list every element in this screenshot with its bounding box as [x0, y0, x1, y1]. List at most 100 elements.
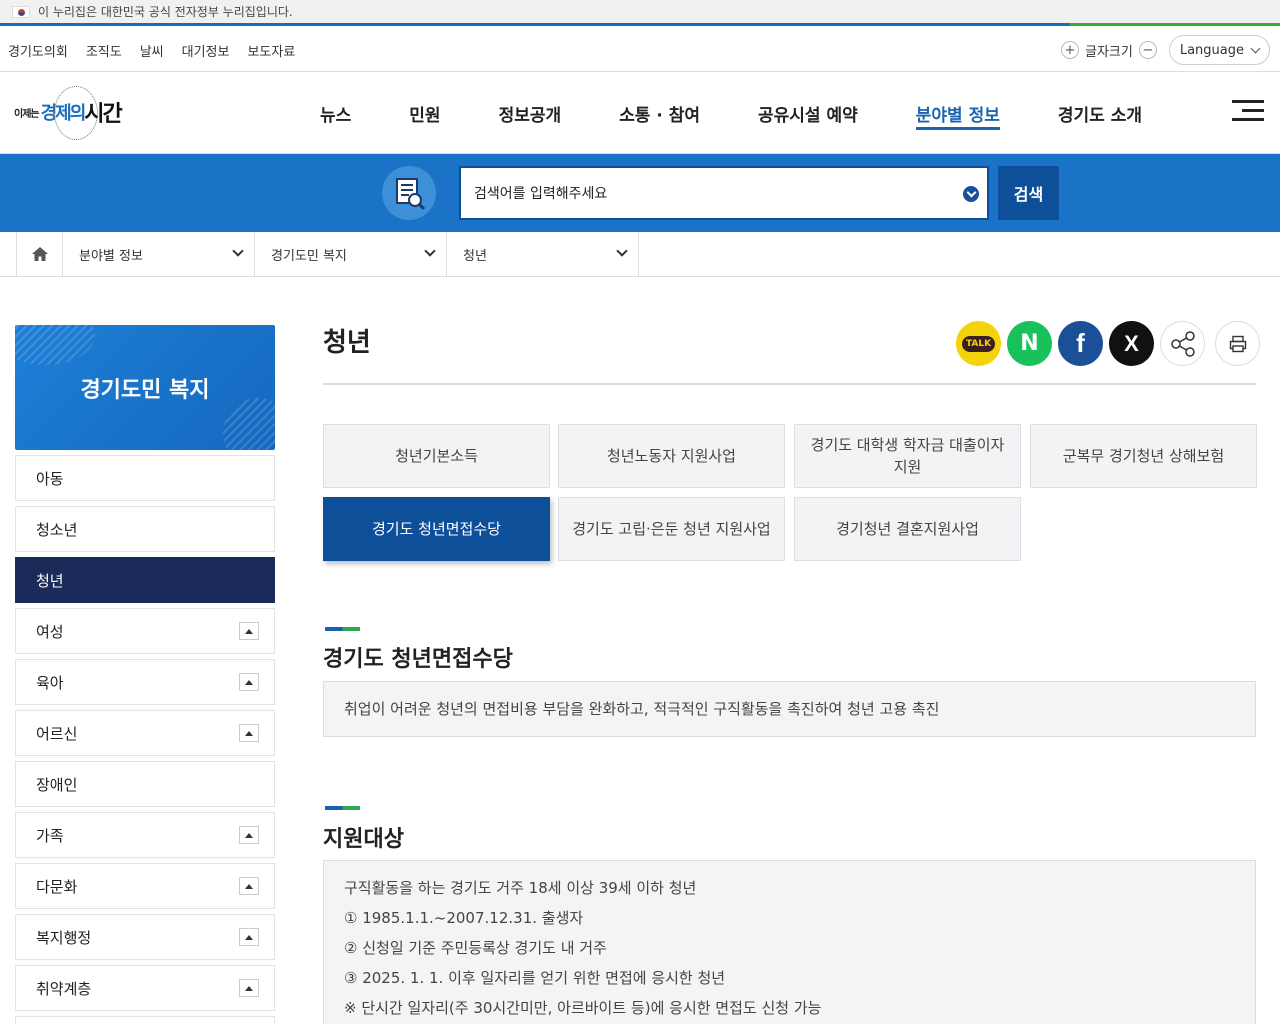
share-buttons: TALK N f X	[956, 321, 1260, 366]
font-increase-button[interactable]: +	[1061, 41, 1079, 59]
sidebar-item-welfare-admin[interactable]: 복지행정	[15, 914, 275, 960]
hamburger-menu-icon[interactable]	[1232, 100, 1264, 122]
breadcrumb-label: 경기도민 복지	[271, 248, 347, 264]
sidebar-item-disabled[interactable]: 장애인	[15, 761, 275, 807]
print-icon[interactable]	[1215, 321, 1260, 366]
nav-about[interactable]: 경기도 소개	[1058, 72, 1142, 154]
kakaotalk-label: TALK	[961, 335, 996, 352]
eligibility-line: ① 1985.1.1.~2007.12.31. 출생자	[344, 909, 584, 927]
sidebar-item-label: 장애인	[36, 775, 78, 794]
tab-student-loan[interactable]: 경기도 대학생 학자금 대출이자 지원	[794, 424, 1021, 488]
x-label: X	[1124, 330, 1139, 356]
expand-toggle-icon[interactable]	[239, 928, 259, 946]
chevron-down-icon	[232, 245, 244, 257]
x-share-icon[interactable]: X	[1109, 321, 1154, 366]
util-link-air-quality[interactable]: 대기정보	[182, 41, 230, 60]
site-header: 이제는 경제의 시간 뉴스 민원 정보공개 소통 · 참여 공유시설 예약 분야…	[0, 72, 1280, 154]
sidebar-item-family[interactable]: 가족	[15, 812, 275, 858]
facebook-label: f	[1076, 328, 1085, 358]
document-search-icon	[382, 166, 436, 220]
search-band: 검색어를 입력해주세요 검색	[0, 154, 1280, 232]
search-placeholder: 검색어를 입력해주세요	[474, 186, 608, 202]
utility-bar: 경기도의회 조직도 날씨 대기정보 보도자료 + 글자크기 − Language	[0, 29, 1280, 72]
facebook-share-icon[interactable]: f	[1058, 321, 1103, 366]
nav-facility-booking[interactable]: 공유시설 예약	[758, 72, 858, 154]
language-select[interactable]: Language	[1168, 35, 1270, 65]
sidebar-title: 경기도민 복지	[15, 325, 275, 450]
gov-banner: 이 누리집은 대한민국 공식 전자정부 누리집입니다.	[0, 0, 1280, 26]
font-size-control: + 글자크기 −	[1061, 41, 1157, 60]
breadcrumb-select-3[interactable]: 청년	[447, 232, 639, 276]
expand-toggle-icon[interactable]	[239, 877, 259, 895]
expand-toggle-icon[interactable]	[239, 826, 259, 844]
font-size-label: 글자크기	[1085, 44, 1133, 60]
breadcrumb-select-1[interactable]: 분야별 정보	[63, 232, 255, 276]
util-link-council[interactable]: 경기도의회	[8, 41, 68, 60]
expand-toggle-icon[interactable]	[239, 979, 259, 997]
sidebar-item-label: 육아	[36, 673, 64, 692]
search-scope-dropdown-icon[interactable]	[963, 186, 979, 202]
kakaotalk-share-icon[interactable]: TALK	[956, 321, 1001, 366]
sidebar-item-multicultural[interactable]: 다문화	[15, 863, 275, 909]
sidebar-item-vulnerable[interactable]: 취약계층	[15, 965, 275, 1011]
breadcrumb: 분야별 정보 경기도민 복지 청년	[0, 232, 1280, 277]
search-input[interactable]: 검색어를 입력해주세요	[459, 166, 989, 220]
tab-marriage-support[interactable]: 경기청년 결혼지원사업	[794, 497, 1021, 561]
title-divider	[323, 383, 1256, 385]
expand-toggle-icon[interactable]	[239, 724, 259, 742]
expand-toggle-icon[interactable]	[239, 622, 259, 640]
eligibility-line: ② 신청일 기준 주민등록상 경기도 내 거주	[344, 939, 607, 957]
util-link-org-chart[interactable]: 조직도	[86, 41, 122, 60]
nav-news[interactable]: 뉴스	[320, 72, 351, 154]
sidebar-item-children[interactable]: 아동	[15, 455, 275, 501]
tab-interview-allowance[interactable]: 경기도 청년면접수당	[323, 497, 550, 561]
chevron-down-icon	[616, 245, 628, 257]
eligibility-line: ③ 2025. 1. 1. 이후 일자리를 얻기 위한 면접에 응시한 청년	[344, 969, 726, 987]
sidebar-item-label: 다문화	[36, 877, 78, 896]
utility-links: 경기도의회 조직도 날씨 대기정보 보도자료	[0, 41, 295, 60]
korea-flag-icon	[12, 5, 30, 18]
section-text: 취업이 어려운 청년의 면접비용 부담을 완화하고, 적극적인 구직활동을 촉진…	[344, 700, 940, 718]
language-label: Language	[1179, 42, 1244, 58]
chevron-down-icon	[424, 245, 436, 257]
util-link-weather[interactable]: 날씨	[140, 41, 164, 60]
section-accent-bar	[325, 627, 360, 631]
sidebar-item-label: 복지행정	[36, 928, 92, 947]
expand-toggle-icon[interactable]	[239, 673, 259, 691]
nav-info-disclosure[interactable]: 정보공개	[499, 72, 562, 154]
font-decrease-button[interactable]: −	[1138, 41, 1157, 59]
search-button[interactable]: 검색	[998, 166, 1059, 220]
naver-label: N	[1020, 331, 1039, 356]
sidebar-item-young-adult[interactable]: 청년	[15, 557, 275, 603]
page-title: 청년	[323, 328, 371, 358]
section-title: 경기도 청년면접수당	[323, 647, 513, 672]
breadcrumb-select-2[interactable]: 경기도민 복지	[255, 232, 447, 276]
home-icon[interactable]	[16, 232, 63, 276]
tab-young-worker[interactable]: 청년노동자 지원사업	[558, 424, 785, 488]
naver-share-icon[interactable]: N	[1007, 321, 1052, 366]
sidebar-item-label: 어르신	[36, 724, 78, 743]
breadcrumb-label: 청년	[463, 248, 487, 264]
sidebar-item-label: 여성	[36, 622, 64, 641]
sidebar-item-youth-teen[interactable]: 청소년	[15, 506, 275, 552]
sidebar-item-seniors[interactable]: 어르신	[15, 710, 275, 756]
main-nav: 뉴스 민원 정보공개 소통 · 참여 공유시설 예약 분야별 정보 경기도 소개	[320, 72, 1142, 154]
nav-civil[interactable]: 민원	[409, 72, 440, 154]
share-link-icon[interactable]	[1160, 321, 1205, 366]
tab-isolated-youth[interactable]: 경기도 고립·은둔 청년 지원사업	[558, 497, 785, 561]
nav-participation[interactable]: 소통 · 참여	[619, 72, 700, 154]
sidebar-item-label: 청소년	[36, 520, 78, 539]
sidebar-item-childcare[interactable]: 육아	[15, 659, 275, 705]
sidebar-item-women[interactable]: 여성	[15, 608, 275, 654]
eligibility-box: 구직활동을 하는 경기도 거주 18세 이상 39세 이하 청년 ① 1985.…	[323, 860, 1256, 1024]
sidebar-item-more[interactable]	[15, 1016, 275, 1024]
nav-field-info[interactable]: 분야별 정보	[915, 72, 1001, 154]
eligibility-line: ※ 단시간 일자리(주 30시간미만, 아르바이트 등)에 응시한 면접도 신청…	[344, 999, 822, 1017]
tab-basic-income[interactable]: 청년기본소득	[323, 424, 550, 488]
util-link-press[interactable]: 보도자료	[247, 41, 295, 60]
tab-military-insurance[interactable]: 군복무 경기청년 상해보험	[1030, 424, 1257, 488]
sidebar-item-label: 아동	[36, 469, 64, 488]
site-logo[interactable]: 이제는 경제의 시간	[14, 82, 126, 142]
section-title: 지원대상	[323, 827, 404, 852]
section-description-box: 취업이 어려운 청년의 면접비용 부담을 완화하고, 적극적인 구직활동을 촉진…	[323, 681, 1256, 737]
